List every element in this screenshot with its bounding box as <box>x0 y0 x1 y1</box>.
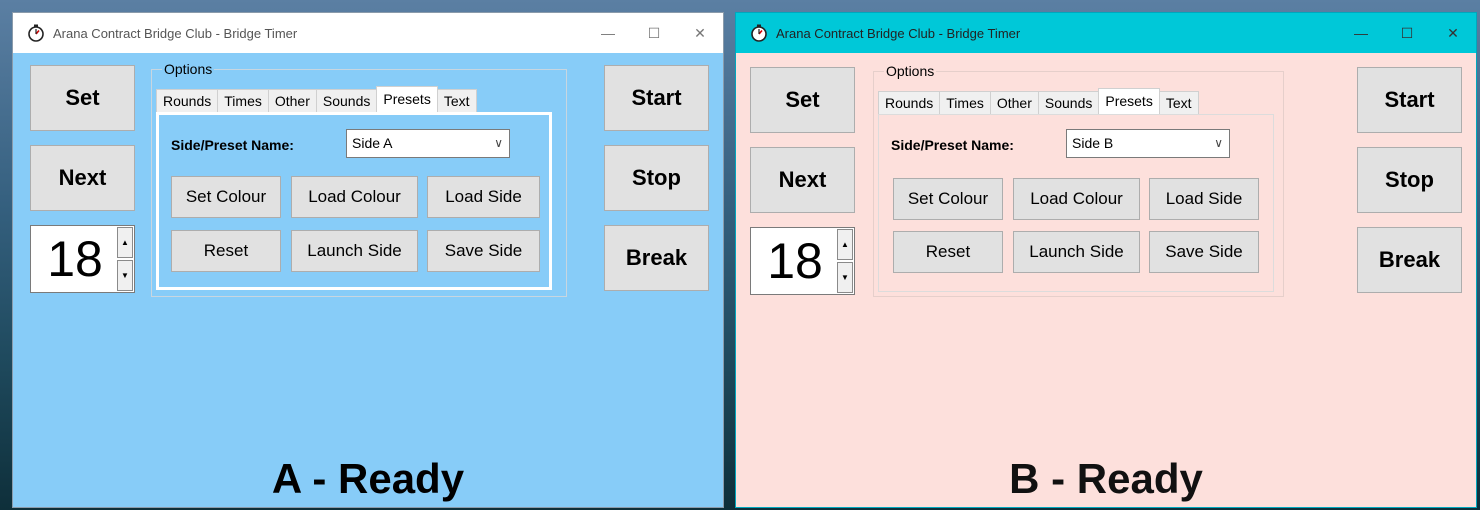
set-button[interactable]: Set <box>30 65 135 131</box>
round-spinner-value[interactable]: 18 <box>31 226 119 292</box>
close-button[interactable]: ✕ <box>1430 13 1476 53</box>
maximize-button[interactable]: ☐ <box>631 13 677 53</box>
window-client-area: Set Next 18 ▲ ▼ Options Rounds Times Oth… <box>736 53 1476 507</box>
status-text: B - Ready <box>1009 455 1203 502</box>
break-button[interactable]: Break <box>1357 227 1462 293</box>
stop-button[interactable]: Stop <box>604 145 709 211</box>
status-text: A - Ready <box>271 455 465 502</box>
options-group-label: Options <box>162 61 215 77</box>
reset-button[interactable]: Reset <box>893 231 1003 273</box>
chevron-down-icon[interactable]: ∨ <box>1214 130 1223 157</box>
window-title: Arana Contract Bridge Club - Bridge Time… <box>776 25 1021 41</box>
preset-name-dropdown[interactable]: Side B ∨ <box>1066 129 1230 158</box>
load-side-button[interactable]: Load Side <box>427 176 540 218</box>
stop-button[interactable]: Stop <box>1357 147 1462 213</box>
preset-name-label: Side/Preset Name: <box>891 137 1014 153</box>
set-colour-button[interactable]: Set Colour <box>893 178 1003 220</box>
tab-rounds[interactable]: Rounds <box>156 89 219 112</box>
minimize-button[interactable]: — <box>585 13 631 53</box>
options-group-label: Options <box>884 63 937 79</box>
preset-name-label: Side/Preset Name: <box>171 137 294 153</box>
timer-window-b: Arana Contract Bridge Club - Bridge Time… <box>735 12 1477 508</box>
presets-tab-panel: Side/Preset Name: Side A ∨ Set Colour Lo… <box>156 112 552 290</box>
window-title: Arana Contract Bridge Club - Bridge Time… <box>53 25 298 41</box>
tab-other[interactable]: Other <box>267 89 317 112</box>
spinner-down-arrow[interactable]: ▼ <box>117 260 133 291</box>
round-spinner[interactable]: 18 ▲ ▼ <box>750 227 855 295</box>
tab-times[interactable]: Times <box>939 91 991 114</box>
spinner-down-arrow[interactable]: ▼ <box>837 262 853 293</box>
round-spinner-value[interactable]: 18 <box>751 228 839 294</box>
set-colour-button[interactable]: Set Colour <box>171 176 281 218</box>
reset-button[interactable]: Reset <box>171 230 281 272</box>
title-bar[interactable]: Arana Contract Bridge Club - Bridge Time… <box>13 13 723 53</box>
tab-other[interactable]: Other <box>989 91 1039 114</box>
options-group: Options Rounds Times Other Sounds Preset… <box>873 63 1284 297</box>
load-colour-button[interactable]: Load Colour <box>291 176 418 218</box>
preset-name-value: Side B <box>1072 135 1114 151</box>
tab-text[interactable]: Text <box>436 89 477 112</box>
next-button[interactable]: Next <box>750 147 855 213</box>
maximize-button[interactable]: ☐ <box>1384 13 1430 53</box>
save-side-button[interactable]: Save Side <box>1149 231 1259 273</box>
launch-side-button[interactable]: Launch Side <box>1013 231 1140 273</box>
window-client-area: Set Next 18 ▲ ▼ Options Rounds Times Oth… <box>13 53 723 507</box>
tab-sounds[interactable]: Sounds <box>1037 91 1100 114</box>
presets-tab-panel: Side/Preset Name: Side B ∨ Set Colour Lo… <box>878 114 1274 292</box>
start-button[interactable]: Start <box>1357 67 1462 133</box>
title-bar[interactable]: Arana Contract Bridge Club - Bridge Time… <box>736 13 1476 53</box>
timer-window-a: Arana Contract Bridge Club - Bridge Time… <box>12 12 724 508</box>
start-button[interactable]: Start <box>604 65 709 131</box>
stopwatch-icon <box>750 24 768 42</box>
preset-name-dropdown[interactable]: Side A ∨ <box>346 129 510 158</box>
tab-text[interactable]: Text <box>1158 91 1199 114</box>
spinner-up-arrow[interactable]: ▲ <box>837 229 853 260</box>
close-button[interactable]: ✕ <box>677 13 723 53</box>
break-button[interactable]: Break <box>604 225 709 291</box>
tab-sounds[interactable]: Sounds <box>315 89 378 112</box>
tab-presets[interactable]: Presets <box>376 86 438 112</box>
save-side-button[interactable]: Save Side <box>427 230 540 272</box>
tab-times[interactable]: Times <box>217 89 269 112</box>
preset-name-value: Side A <box>352 135 393 151</box>
set-button[interactable]: Set <box>750 67 855 133</box>
tab-presets[interactable]: Presets <box>1098 88 1160 114</box>
options-tabs: Rounds Times Other Sounds Presets Text <box>156 86 477 112</box>
options-group: Options Rounds Times Other Sounds Preset… <box>151 61 567 297</box>
load-side-button[interactable]: Load Side <box>1149 178 1259 220</box>
round-spinner[interactable]: 18 ▲ ▼ <box>30 225 135 293</box>
next-button[interactable]: Next <box>30 145 135 211</box>
load-colour-button[interactable]: Load Colour <box>1013 178 1140 220</box>
launch-side-button[interactable]: Launch Side <box>291 230 418 272</box>
spinner-up-arrow[interactable]: ▲ <box>117 227 133 258</box>
chevron-down-icon[interactable]: ∨ <box>494 130 503 157</box>
options-tabs: Rounds Times Other Sounds Presets Text <box>878 88 1199 114</box>
minimize-button[interactable]: — <box>1338 13 1384 53</box>
stopwatch-icon <box>27 24 45 42</box>
tab-rounds[interactable]: Rounds <box>878 91 941 114</box>
